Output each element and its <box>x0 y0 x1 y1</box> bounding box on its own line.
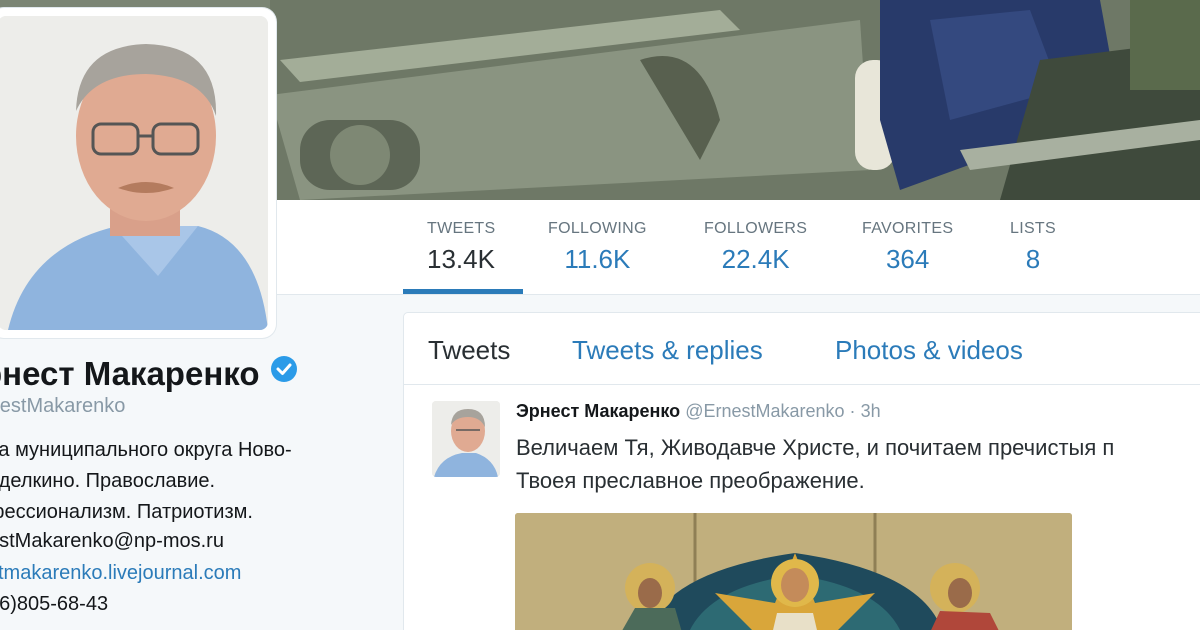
tweet-author-name[interactable]: Эрнест Макаренко <box>516 401 680 421</box>
stat-value: 8 <box>1025 244 1041 274</box>
tweet-author-avatar[interactable] <box>432 401 500 477</box>
stat-label: LISTS <box>1010 220 1056 237</box>
avatar-portrait <box>0 16 268 330</box>
stat-following[interactable]: FOLLOWING 11.6K <box>548 220 647 275</box>
tweet-avatar-portrait <box>432 401 500 477</box>
active-stat-indicator <box>403 289 523 294</box>
stat-label: TWEETS <box>427 220 496 237</box>
profile-name-row: рнест Макаренко <box>0 355 298 393</box>
tweet-separator: · <box>849 401 856 421</box>
tweet-author-handle[interactable]: @ErnestMakarenko <box>685 401 844 421</box>
bio-line: фессионализм. Патриотизм. <box>0 501 253 523</box>
bio-line: еделкино. Православие. <box>0 470 216 492</box>
profile-phone: 26)805-68-43 <box>0 593 109 615</box>
icon-transfiguration-image <box>515 513 1072 630</box>
stat-value: 11.6K <box>564 244 631 274</box>
tweet-text-line: Твоея преславное преображение. <box>516 468 865 493</box>
tweet-timestamp[interactable]: 3h <box>861 401 881 421</box>
stat-value: 364 <box>885 244 930 274</box>
stat-favorites[interactable]: FAVORITES 364 <box>862 220 953 275</box>
tab-tweets[interactable]: Tweets <box>428 335 510 366</box>
stat-value: 22.4K <box>721 244 790 274</box>
profile-name[interactable]: рнест Макаренко <box>0 355 260 392</box>
profile-avatar[interactable] <box>0 8 276 338</box>
tweet-media-image[interactable] <box>515 513 1072 630</box>
verified-badge-icon <box>270 356 297 382</box>
profile-bio: ва муниципального округа Ново- еделкино.… <box>0 435 292 528</box>
profile-website-link[interactable]: stmakarenko.livejournal.com <box>0 562 241 585</box>
stat-label: FOLLOWING <box>548 220 647 237</box>
profile-handle[interactable]: rnestMakarenko <box>0 395 125 418</box>
stat-tweets[interactable]: TWEETS 13.4K <box>427 220 495 275</box>
timeline: Tweets Tweets & replies Photos & videos … <box>403 312 1200 630</box>
stat-label: FAVORITES <box>862 220 954 237</box>
stat-lists[interactable]: LISTS 8 <box>1010 220 1056 275</box>
timeline-tabs: Tweets Tweets & replies Photos & videos <box>404 313 1200 385</box>
tweet-text: Величаем Тя, Живодавче Христе, и почитае… <box>516 431 1114 497</box>
profile-email: estMakarenko@np-mos.ru <box>0 530 224 552</box>
stat-label: FOLLOWERS <box>704 220 808 237</box>
tab-tweets-replies[interactable]: Tweets & replies <box>572 335 763 366</box>
stat-value: 13.4K <box>427 244 495 274</box>
avatar-photo <box>0 16 268 330</box>
tweet-text-line: Величаем Тя, Живодавче Христе, и почитае… <box>516 435 1115 460</box>
tab-photos-videos[interactable]: Photos & videos <box>835 335 1023 366</box>
tweet-item[interactable]: Эрнест Макаренко @ErnestMakarenko · 3h В… <box>404 385 1200 630</box>
tweet-header: Эрнест Макаренко @ErnestMakarenko · 3h <box>516 401 881 422</box>
bio-line: ва муниципального округа Ново- <box>0 439 292 461</box>
stat-followers[interactable]: FOLLOWERS 22.4K <box>704 220 807 275</box>
